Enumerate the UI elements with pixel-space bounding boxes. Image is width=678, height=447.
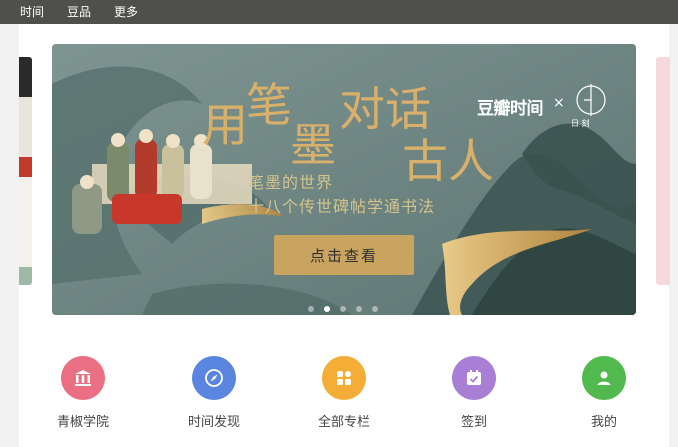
headline-char-2: 笔 bbox=[246, 78, 292, 132]
shortcut-time-discover[interactable]: 时间发现 bbox=[174, 350, 254, 430]
shortcut-row: 青椒学院 时间发现 全部专栏 签到 我的 bbox=[19, 350, 669, 447]
headline-word-4: 对话 bbox=[339, 82, 431, 136]
shortcut-mine[interactable]: 我的 bbox=[564, 350, 644, 430]
carousel-dot[interactable] bbox=[372, 306, 378, 312]
carousel-dot[interactable] bbox=[340, 306, 346, 312]
previous-slide-peek[interactable] bbox=[19, 57, 32, 285]
nav-item-products[interactable]: 豆品 bbox=[67, 0, 91, 24]
banner-subtitle-line2: 十八个传世碑帖学通书法 bbox=[248, 197, 436, 216]
calendar-check-icon bbox=[452, 356, 496, 400]
carousel-dot-active[interactable] bbox=[324, 306, 330, 312]
partner-logo-text: 日 刻 bbox=[571, 119, 590, 128]
compass-icon bbox=[192, 356, 236, 400]
shortcut-label: 时间发现 bbox=[187, 415, 240, 430]
shortcut-qingjiao-academy[interactable]: 青椒学院 bbox=[43, 350, 123, 430]
carousel-dot[interactable] bbox=[356, 306, 362, 312]
view-now-button[interactable]: 点击查看 bbox=[274, 235, 414, 275]
carousel-dot[interactable] bbox=[308, 306, 314, 312]
shortcut-label: 全部专栏 bbox=[317, 415, 370, 430]
next-slide-peek[interactable] bbox=[656, 57, 670, 285]
carousel-indicator bbox=[308, 306, 378, 312]
headline-char-3: 墨 bbox=[290, 118, 336, 172]
douban-time-logo: 豆瓣时间 bbox=[477, 99, 544, 119]
banner-subtitle-line1: 笔墨的世界 bbox=[248, 173, 334, 192]
shortcut-all-columns[interactable]: 全部专栏 bbox=[304, 350, 384, 430]
grid-icon bbox=[322, 356, 366, 400]
shortcut-label: 青椒学院 bbox=[56, 415, 109, 430]
headline-char-1: 用 bbox=[202, 98, 248, 152]
top-nav: 时间 豆品 更多 bbox=[0, 0, 678, 24]
banner-carousel[interactable]: 用 笔 墨 对话 古人 笔墨的世界 十八个传世碑帖学通书法 豆瓣时间 × 日 刻… bbox=[52, 44, 636, 315]
shortcut-label: 我的 bbox=[590, 415, 617, 430]
shortcut-label: 签到 bbox=[460, 415, 487, 430]
headline-word-5: 古人 bbox=[402, 134, 494, 188]
brand-times-sign: × bbox=[553, 95, 565, 111]
bank-icon bbox=[61, 356, 105, 400]
nav-item-time[interactable]: 时间 bbox=[20, 0, 44, 24]
user-icon bbox=[582, 356, 626, 400]
shortcut-check-in[interactable]: 签到 bbox=[434, 350, 514, 430]
nav-item-more[interactable]: 更多 bbox=[114, 0, 138, 24]
